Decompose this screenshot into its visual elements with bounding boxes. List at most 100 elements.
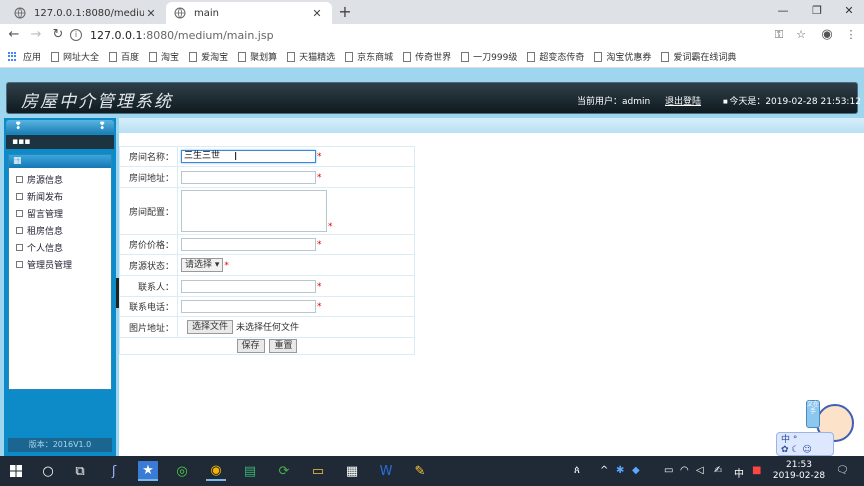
page-icon (287, 51, 296, 62)
house-form: 房间名称： 三生三世 * 房间地址： * 房间配置： * 房价价格： * 房源状态… (119, 146, 415, 355)
pin-icon[interactable]: ❢ (14, 121, 22, 132)
bookmark-item[interactable]: 天猫精选 (287, 50, 335, 63)
required-mark: * (317, 302, 322, 312)
sidebar-item-rentals[interactable]: 租房信息 (9, 222, 111, 239)
price-label: 房价价格： (119, 234, 178, 255)
contact-input[interactable] (181, 279, 316, 293)
required-mark: * (224, 260, 229, 271)
ime-indicator[interactable]: 中 (734, 465, 744, 480)
bookmark-apps[interactable]: 应用 (8, 50, 41, 63)
pin-icon[interactable]: ❢ (98, 121, 106, 132)
assistant-widget[interactable]: 文在手 中 ° ✿ ☾ ☺ (776, 398, 862, 456)
chevron-up-icon[interactable]: ^ (600, 465, 608, 476)
current-user: 当前用户：admin (577, 97, 651, 107)
calculator-icon[interactable]: ▦ (342, 461, 362, 481)
choose-file-button[interactable]: 选择文件 (187, 320, 234, 335)
bookmark-item[interactable]: 超变态传奇 (527, 50, 584, 63)
folder-icon[interactable]: ▭ (308, 461, 328, 481)
app-header: 房屋中介管理系统 当前用户：admin 退出登陆 今天是：2019-02-28 … (6, 82, 861, 114)
sidebar-item-messages[interactable]: 留言管理 (9, 205, 111, 222)
star-app-icon[interactable]: ★ (138, 461, 158, 481)
forward-arrow-icon[interactable]: → (28, 27, 44, 43)
bookmark-item[interactable]: 淘宝 (149, 50, 179, 63)
tab-close-icon[interactable]: ✕ (310, 7, 324, 20)
people-icon[interactable]: ጰ (574, 465, 580, 476)
address-label: 房间地址： (119, 166, 178, 188)
sidebar: ❢ ❢ ▪▪▪ ▦ 房源信息 新闻发布 留言管理 租房信息 个人信息 管理员管理… (4, 118, 116, 456)
eclipse-icon[interactable]: ʃ (104, 461, 124, 481)
bookmark-item[interactable]: 网址大全 (51, 50, 99, 63)
house-name-input[interactable]: 三生三世 (181, 150, 316, 163)
bookmark-item[interactable]: 一刀999级 (461, 50, 517, 63)
price-input[interactable] (181, 238, 316, 251)
menu-dots-icon[interactable]: ⋮ (844, 28, 858, 42)
logout-link[interactable]: 退出登陆 (665, 94, 701, 107)
address-bar[interactable]: i 127.0.0.1:8080/medium/main.jsp (70, 26, 770, 44)
minimize-button[interactable]: — (772, 3, 794, 19)
sidebar-grid-icon: ▪▪▪ (6, 135, 114, 149)
restore-button[interactable]: ❐ (806, 3, 828, 19)
bookmark-item[interactable]: 百度 (109, 50, 139, 63)
spreadsheet-icon[interactable]: ▤ (240, 461, 260, 481)
tab-main[interactable]: main ✕ (166, 2, 332, 24)
current-date: 今天是：2019-02-28 21:53:12 (723, 94, 861, 107)
wifi-icon[interactable]: ◠ (680, 465, 689, 476)
word-icon[interactable]: W (376, 461, 396, 481)
required-mark: * (317, 172, 322, 183)
key-icon[interactable]: ⚿ (772, 28, 786, 42)
bookmark-item[interactable]: 京东商城 (345, 50, 393, 63)
taskbar-clock[interactable]: 21:53 2019-02-28 (770, 460, 828, 482)
menu-panel-icon: ▦ (9, 155, 111, 168)
tray-app-icon[interactable]: ◆ (632, 465, 640, 476)
battery-icon[interactable]: ▭ (664, 465, 673, 476)
tab-index[interactable]: 127.0.0.1:8080/medium/index ✕ (6, 2, 166, 24)
page-icon (238, 51, 247, 62)
phone-input[interactable] (181, 300, 316, 313)
window-close-button[interactable]: ✕ (838, 3, 860, 19)
pen-icon[interactable]: ✍ (714, 465, 722, 476)
bookmark-item[interactable]: 爱词霸在线词典 (661, 50, 736, 63)
required-mark: * (328, 222, 333, 232)
new-tab-button[interactable]: + (336, 3, 354, 21)
ime-toolbar[interactable]: 中 ° ✿ ☾ ☺ (776, 432, 834, 456)
notification-icon[interactable]: 🗨 (836, 465, 849, 476)
chrome-icon[interactable]: ◉ (206, 461, 226, 481)
address-url[interactable]: 127.0.0.1:8080/medium/main.jsp (90, 29, 274, 42)
page-icon (16, 227, 23, 234)
tab-close-icon[interactable]: ✕ (144, 7, 158, 20)
volume-icon[interactable]: ◁ (696, 465, 704, 476)
status-select[interactable]: 请选择 ▾ (181, 258, 224, 272)
bookmark-item[interactable]: 淘宝优惠券 (594, 50, 651, 63)
wechat-icon[interactable]: ◎ (172, 461, 192, 481)
reset-button[interactable]: 重置 (269, 339, 298, 353)
save-button[interactable]: 保存 (236, 339, 265, 353)
sidebar-item-listings[interactable]: 房源信息 (9, 171, 111, 188)
bookmark-item[interactable]: 爱淘宝 (189, 50, 228, 63)
sidebar-item-news[interactable]: 新闻发布 (9, 188, 111, 205)
app-icon[interactable]: ✎ (410, 461, 430, 481)
sidebar-item-admins[interactable]: 管理员管理 (9, 256, 111, 273)
reload-icon[interactable]: ↻ (50, 27, 66, 43)
account-icon[interactable]: ◉ (820, 28, 834, 42)
contact-label: 联系人： (119, 275, 178, 297)
info-icon[interactable]: i (70, 29, 82, 41)
refresh-app-icon[interactable]: ⟳ (274, 461, 294, 481)
house-address-input[interactable] (181, 170, 316, 184)
page-icon (149, 51, 158, 62)
sidebar-item-profile[interactable]: 个人信息 (9, 239, 111, 256)
tab-title: main (194, 7, 219, 19)
windows-start-icon[interactable] (6, 461, 26, 481)
sidebar-top-bar: ❢ ❢ (6, 120, 114, 134)
task-view-icon[interactable]: ⧉ (70, 461, 90, 481)
bookmark-item[interactable]: 传奇世界 (403, 50, 451, 63)
page-icon (527, 51, 536, 62)
bookmark-item[interactable]: 聚划算 (238, 50, 277, 63)
sidebar-menu: 房源信息 新闻发布 留言管理 租房信息 个人信息 管理员管理 (9, 168, 111, 273)
back-arrow-icon[interactable]: ← (6, 27, 22, 43)
page-icon (189, 51, 198, 62)
house-config-textarea[interactable] (181, 190, 327, 232)
star-icon[interactable]: ☆ (794, 28, 808, 42)
tray-app-icon[interactable]: ✱ (616, 465, 624, 476)
search-circle-icon[interactable]: ○ (38, 461, 58, 481)
tray-app-icon[interactable]: ■ (752, 465, 761, 476)
